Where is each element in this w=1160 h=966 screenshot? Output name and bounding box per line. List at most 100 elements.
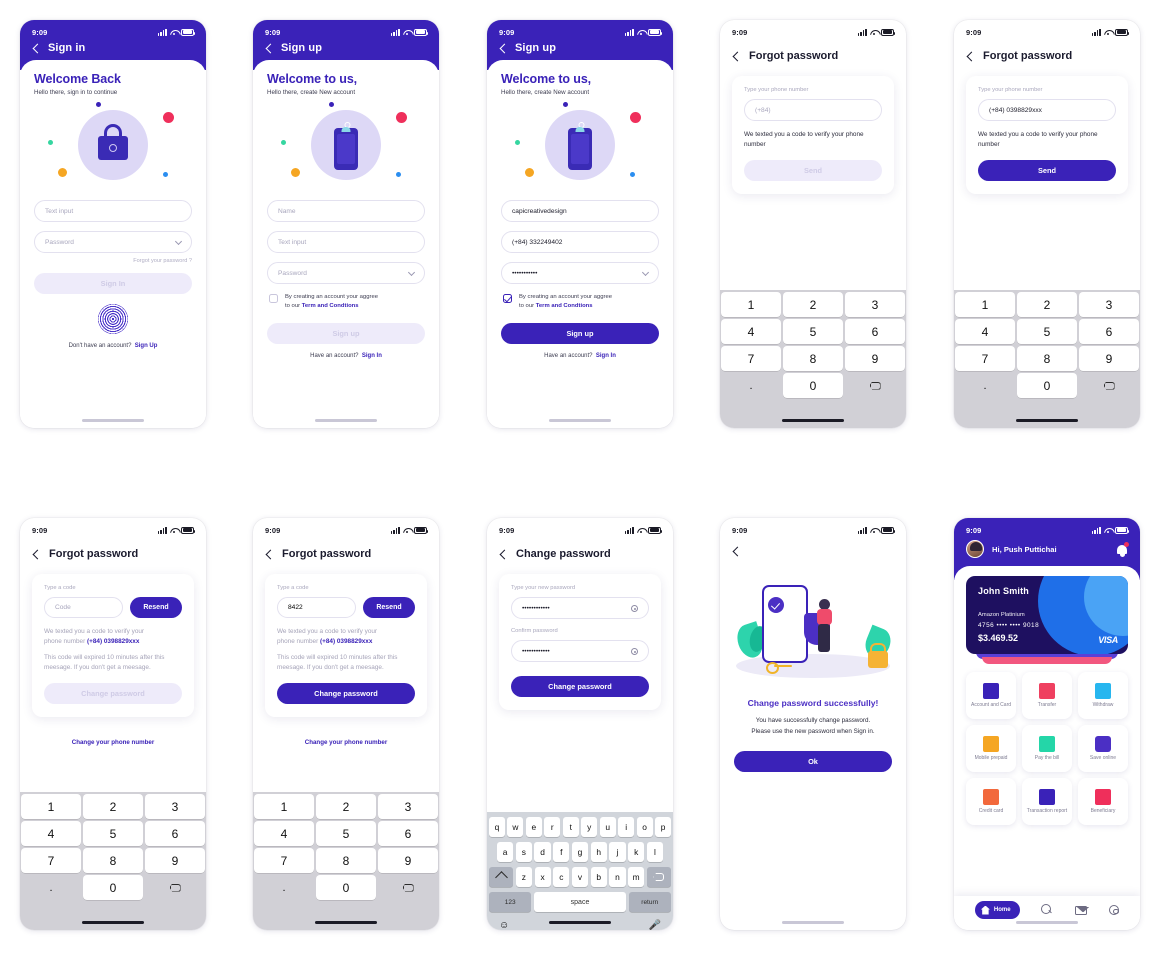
keypad-key-8[interactable]: 8 (315, 848, 377, 873)
keypad-backspace-key[interactable] (378, 875, 439, 900)
numeric-keypad[interactable]: 1 2 3 4 5 6 7 8 9 . 0 (720, 290, 906, 428)
microphone-icon[interactable]: 🎤 (649, 920, 661, 930)
key-s[interactable]: s (515, 842, 532, 862)
keypad-key-0[interactable]: 0 (315, 875, 377, 900)
key-j[interactable]: j (609, 842, 626, 862)
key-m[interactable]: m (628, 867, 645, 887)
tile-withdraw[interactable]: Withdraw (1078, 672, 1128, 719)
signup-link[interactable]: Sign Up (135, 343, 158, 349)
numeric-keypad[interactable]: 1 2 3 4 5 6 7 8 9 . 0 (253, 792, 439, 930)
signin-button[interactable]: Sign In (34, 273, 192, 294)
key-l[interactable]: l (646, 842, 664, 862)
key-k[interactable]: k (628, 842, 645, 862)
keypad-key-dot[interactable]: . (721, 373, 782, 398)
back-chevron-icon[interactable] (32, 549, 43, 559)
keypad-key-2[interactable]: 2 (1016, 292, 1078, 317)
resend-button[interactable]: Resend (363, 597, 415, 618)
keypad-backspace-key[interactable] (1079, 373, 1140, 398)
tile-transfer[interactable]: Transfer (1022, 672, 1072, 719)
key-w[interactable]: w (507, 817, 524, 837)
new-password-input[interactable]: •••••••••••• (511, 597, 649, 619)
backspace-key[interactable] (646, 867, 671, 887)
emoji-icon[interactable]: ☺ (499, 920, 509, 930)
tile-save-online[interactable]: Save online (1078, 725, 1128, 772)
chevron-down-icon[interactable] (407, 268, 416, 276)
back-chevron-icon[interactable] (966, 51, 977, 61)
chevron-down-icon[interactable] (641, 268, 650, 276)
keypad-key-1[interactable]: 1 (20, 794, 82, 819)
shift-key[interactable] (489, 867, 514, 887)
keypad-key-6[interactable]: 6 (844, 319, 906, 344)
key-h[interactable]: h (590, 842, 607, 862)
key-q[interactable]: q (489, 817, 505, 837)
phone-input[interactable]: (+84) (744, 99, 882, 121)
change-phone-link[interactable]: Change your phone number (253, 739, 439, 746)
keypad-key-0[interactable]: 0 (1016, 373, 1078, 398)
confirm-password-input[interactable]: •••••••••••• (511, 640, 649, 662)
keypad-key-1[interactable]: 1 (720, 292, 782, 317)
keypad-key-1[interactable]: 1 (253, 794, 315, 819)
keypad-key-2[interactable]: 2 (82, 794, 144, 819)
tile-beneficiary[interactable]: Beneficiary (1078, 778, 1128, 825)
back-chevron-icon[interactable] (732, 546, 743, 557)
resend-button[interactable]: Resend (130, 597, 182, 618)
password-field[interactable]: ••••••••••• (501, 262, 659, 284)
keypad-key-0[interactable]: 0 (782, 373, 844, 398)
text-input-field[interactable]: Text input (267, 231, 425, 253)
signup-button[interactable]: Sign up (501, 322, 659, 344)
keypad-key-1[interactable]: 1 (954, 292, 1016, 317)
key-p[interactable]: p (655, 817, 671, 837)
keypad-key-0[interactable]: 0 (82, 875, 144, 900)
change-password-button[interactable]: Change password (44, 682, 182, 704)
password-field[interactable]: Password (34, 231, 192, 253)
key-b[interactable]: b (590, 867, 607, 887)
keypad-backspace-key[interactable] (845, 373, 906, 398)
tile-account-and-card[interactable]: Account and Card (966, 672, 1016, 719)
password-field[interactable]: Password (267, 262, 425, 284)
ok-button[interactable]: Ok (734, 751, 892, 773)
avatar[interactable] (966, 540, 984, 558)
keypad-key-9[interactable]: 9 (377, 848, 439, 873)
signup-button[interactable]: Sign up (267, 322, 425, 344)
keypad-key-9[interactable]: 9 (844, 346, 906, 371)
signin-link[interactable]: Sign In (596, 353, 616, 359)
qwerty-keyboard[interactable]: q w e r t y u i o p a s d f g h j k l z … (487, 812, 673, 930)
keypad-key-5[interactable]: 5 (82, 821, 144, 846)
mail-icon[interactable] (1075, 905, 1088, 915)
keypad-key-3[interactable]: 3 (144, 794, 206, 819)
key-o[interactable]: o (636, 817, 653, 837)
numeric-keypad[interactable]: 1 2 3 4 5 6 7 8 9 . 0 (954, 290, 1140, 428)
key-c[interactable]: c (553, 867, 570, 887)
keypad-key-6[interactable]: 6 (144, 821, 206, 846)
send-button[interactable]: Send (744, 159, 882, 181)
keypad-key-6[interactable]: 6 (1078, 319, 1140, 344)
name-field[interactable]: capicreativedesign (501, 200, 659, 222)
keypad-key-dot[interactable]: . (955, 373, 1016, 398)
keypad-key-5[interactable]: 5 (782, 319, 844, 344)
keypad-key-8[interactable]: 8 (82, 848, 144, 873)
eye-icon[interactable] (631, 647, 638, 655)
terms-link[interactable]: Term and Condtions (302, 303, 359, 309)
keypad-key-8[interactable]: 8 (1016, 346, 1078, 371)
keypad-key-5[interactable]: 5 (1016, 319, 1078, 344)
keypad-key-3[interactable]: 3 (1078, 292, 1140, 317)
numbers-key[interactable]: 123 (489, 892, 532, 912)
signin-link[interactable]: Sign In (362, 353, 382, 359)
change-password-button[interactable]: Change password (277, 682, 415, 704)
key-d[interactable]: d (534, 842, 551, 862)
key-f[interactable]: f (553, 842, 570, 862)
back-chevron-icon[interactable] (499, 43, 510, 53)
phone-input[interactable]: (+84) 0398829xxx (978, 99, 1116, 121)
phone-field[interactable]: (+84) 332249402 (501, 231, 659, 253)
keypad-key-7[interactable]: 7 (720, 346, 782, 371)
eye-icon[interactable] (631, 604, 638, 612)
keypad-key-9[interactable]: 9 (1078, 346, 1140, 371)
send-button[interactable]: Send (978, 159, 1116, 181)
key-g[interactable]: g (571, 842, 589, 862)
back-chevron-icon[interactable] (32, 43, 43, 53)
tile-pay-the-bill[interactable]: Pay the bill (1022, 725, 1072, 772)
keypad-key-5[interactable]: 5 (315, 821, 377, 846)
change-phone-link[interactable]: Change your phone number (20, 739, 206, 746)
key-x[interactable]: x (534, 867, 551, 887)
key-n[interactable]: n (609, 867, 626, 887)
